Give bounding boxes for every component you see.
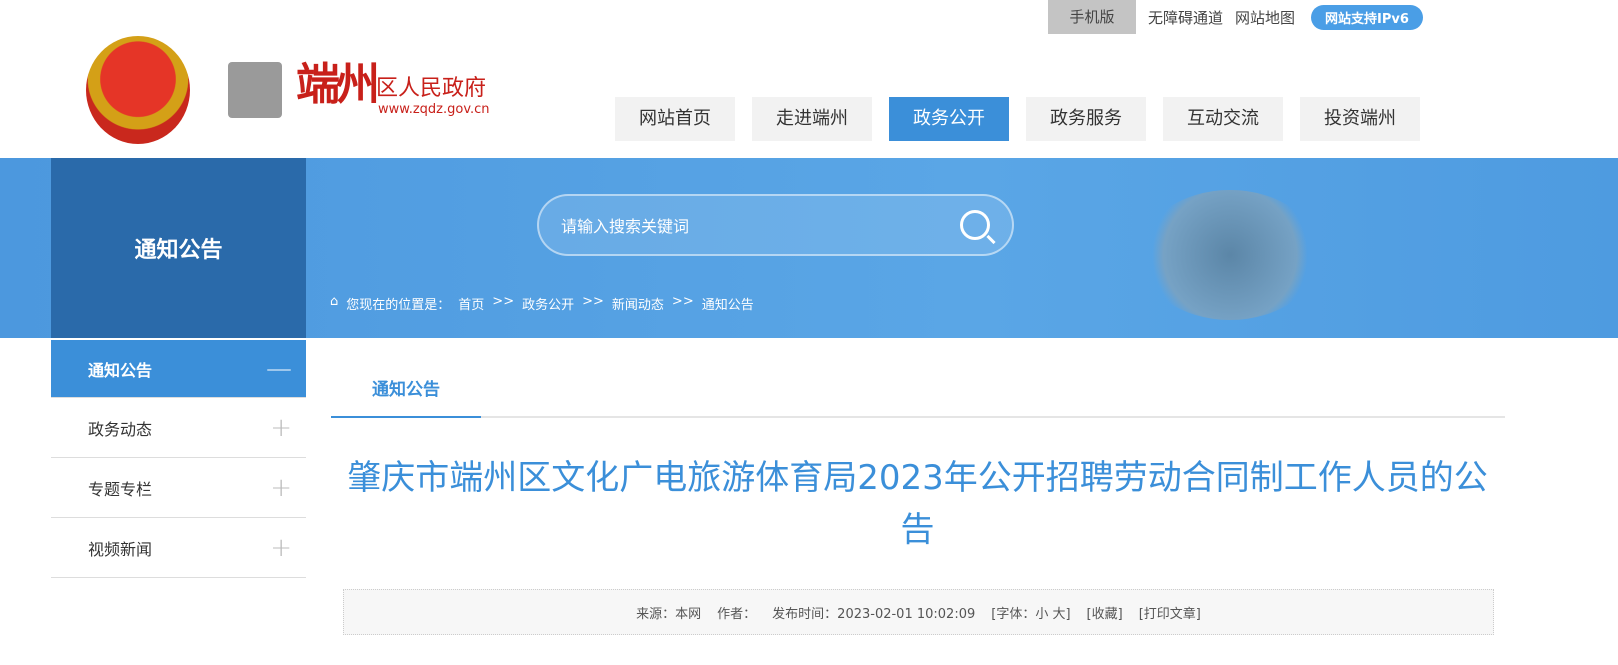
nav-home[interactable]: 网站首页 (615, 97, 735, 141)
national-emblem-icon (86, 36, 190, 144)
print-button[interactable]: [打印文章] (1139, 603, 1201, 622)
expand-icon[interactable]: + (270, 473, 292, 503)
collapse-icon[interactable]: — (266, 354, 292, 384)
font-size-toggle[interactable]: [字体：小 大] (991, 603, 1070, 622)
breadcrumb-home[interactable]: 首页 (458, 294, 484, 313)
sidebar-item-label: 通知公告 (88, 360, 153, 380)
mobile-version-link[interactable]: 手机版 (1048, 0, 1136, 34)
article-author: 作者： (717, 606, 757, 622)
accessibility-link[interactable]: 无障碍通道 (1148, 7, 1223, 28)
breadcrumb-gov-info[interactable]: 政务公开 (522, 294, 574, 313)
top-bar: 手机版 无障碍通道 网站地图 网站支持IPv6 (1048, 0, 1423, 34)
home-icon: ⌂ (330, 294, 339, 309)
sidebar-item-video-news[interactable]: 视频新闻 + (51, 518, 306, 578)
nav-services[interactable]: 政务服务 (1026, 97, 1146, 141)
ipv6-badge: 网站支持IPv6 (1311, 4, 1423, 30)
breadcrumb-sep: >> (492, 294, 515, 309)
expand-icon[interactable]: + (270, 533, 292, 563)
article-date: 发布时间：2023-02-01 10:02:09 (772, 606, 976, 622)
breadcrumb: ⌂ 您现在的位置是： 首页 >> 政务公开 >> 新闻动态 >> 通知公告 (330, 294, 754, 313)
main-nav: 网站首页 走进端州 政务公开 政务服务 互动交流 投资端州 (615, 97, 1420, 141)
breadcrumb-notices[interactable]: 通知公告 (702, 294, 754, 313)
nav-about[interactable]: 走进端州 (752, 97, 872, 141)
article-source: 来源：本网 (636, 606, 702, 622)
sidebar-item-notices[interactable]: 通知公告 — (51, 340, 306, 398)
breadcrumb-label: 您现在的位置是： (346, 298, 451, 313)
expand-icon[interactable]: + (270, 413, 292, 443)
sitemap-link[interactable]: 网站地图 (1235, 7, 1295, 28)
favorite-button[interactable]: [收藏] (1087, 603, 1123, 622)
search-input[interactable]: 请输入搜索关键词 (561, 213, 960, 237)
sidebar-item-label: 政务动态 (88, 419, 153, 439)
logo-url: www.zqdz.gov.cn (378, 102, 490, 117)
sidebar-item-topics[interactable]: 专题专栏 + (51, 458, 306, 518)
sidebar-item-label: 专题专栏 (88, 479, 153, 499)
breadcrumb-sep: >> (671, 294, 694, 309)
article-title: 肇庆市端州区文化广电旅游体育局2023年公开招聘劳动合同制工作人员的公告 (347, 458, 1488, 550)
nav-investment[interactable]: 投资端州 (1300, 97, 1420, 141)
inkstone-image (1140, 190, 1320, 320)
logo-name: 区人民政府 (376, 76, 487, 101)
tab-divider (331, 416, 1505, 418)
search-box[interactable]: 请输入搜索关键词 (537, 194, 1014, 256)
logo-seal-icon (228, 62, 282, 118)
breadcrumb-news[interactable]: 新闻动态 (612, 294, 664, 313)
nav-gov-info[interactable]: 政务公开 (889, 97, 1009, 141)
tab-notices[interactable]: 通知公告 (331, 366, 481, 418)
sidebar-menu: 通知公告 — 政务动态 + 专题专栏 + 视频新闻 + (51, 340, 306, 578)
nav-interaction[interactable]: 互动交流 (1163, 97, 1283, 141)
search-icon[interactable] (960, 210, 990, 240)
sidebar-item-gov-news[interactable]: 政务动态 + (51, 398, 306, 458)
section-title: 通知公告 (51, 158, 306, 338)
logo-brush-text: 端州 (296, 59, 380, 110)
sidebar-item-label: 视频新闻 (88, 539, 153, 559)
breadcrumb-sep: >> (582, 294, 604, 309)
article-meta: 来源：本网 作者： 发布时间：2023-02-01 10:02:09 [字体：小… (343, 589, 1494, 635)
